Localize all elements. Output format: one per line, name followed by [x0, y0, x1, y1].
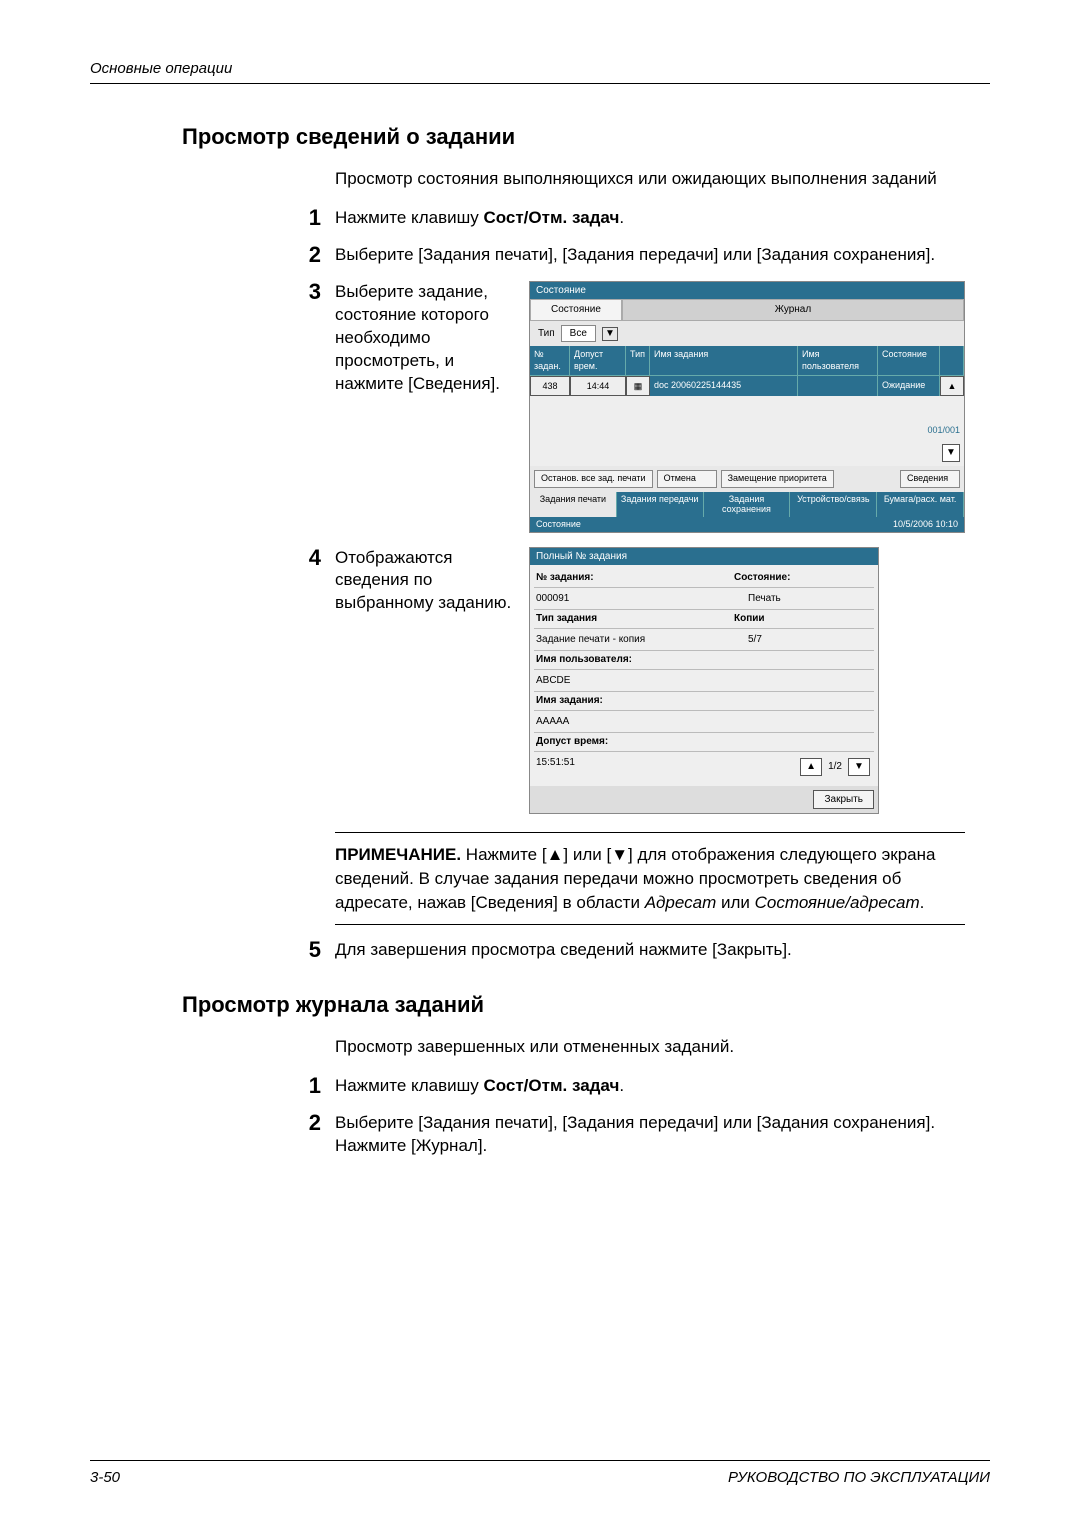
- s1-cancel-button[interactable]: Отмена: [657, 470, 717, 488]
- s2-time-value: 15:51:51: [534, 754, 734, 780]
- step-2-text: Выберите [Задания печати], [Задания пере…: [335, 244, 965, 267]
- s1-tab-log[interactable]: Журнал: [622, 299, 964, 321]
- s1-filter-type-label: Тип: [538, 327, 555, 341]
- section-title-1: Просмотр сведений о задании: [182, 124, 990, 150]
- s1-pause-button[interactable]: Останов. все зад. печати: [534, 470, 653, 488]
- s1-details-button[interactable]: Сведения: [900, 470, 960, 488]
- s2-name-label: Имя задания:: [534, 694, 734, 708]
- s2-jobno-label: № задания:: [534, 571, 734, 585]
- s2-state-label: Состояние:: [734, 571, 874, 585]
- footer-page-number: 3-50: [90, 1469, 120, 1486]
- step-num-2: 2: [90, 244, 335, 266]
- s1-col-jobno: № задан.: [530, 346, 570, 374]
- s2-state-value: Печать: [734, 590, 874, 608]
- sec2-step-num-2: 2: [90, 1112, 335, 1134]
- s2-user-value: ABCDE: [534, 672, 734, 690]
- s1-bottom-tab-store[interactable]: Задания сохранения: [704, 492, 791, 518]
- intro-2: Просмотр завершенных или отмененных зада…: [335, 1036, 965, 1059]
- s2-user-label: Имя пользователя:: [534, 653, 734, 667]
- s1-window-title: Состояние: [530, 282, 964, 300]
- s2-copies-label: Копии: [734, 612, 874, 626]
- s2-name-value: AAAAA: [534, 713, 734, 731]
- screenshot-2: Полный № задания № задания: Состояние: 0…: [529, 547, 879, 815]
- s1-filter-select[interactable]: Все: [561, 325, 596, 343]
- s1-foot-right: 10/5/2006 10:10: [893, 518, 958, 530]
- sec2-step-2-text: Выберите [Задания печати], [Задания пере…: [335, 1112, 965, 1158]
- s1-bottom-tab-device[interactable]: Устройство/связь: [790, 492, 877, 518]
- s2-pager: 1/2: [828, 760, 842, 774]
- step-num-1: 1: [90, 207, 335, 229]
- page-next-icon[interactable]: ▼: [848, 758, 870, 776]
- s1-bottom-tab-send[interactable]: Задания передачи: [617, 492, 704, 518]
- s1-counter: 001/001: [927, 424, 960, 436]
- close-button[interactable]: Закрыть: [813, 790, 874, 810]
- sec2-step-num-1: 1: [90, 1075, 335, 1097]
- step-3-text: Выберите задание, состояние которого нео…: [335, 281, 515, 396]
- s1-col-time: Допуст врем.: [570, 346, 626, 374]
- chevron-down-icon[interactable]: ▼: [602, 327, 618, 341]
- step-4-text: Отображаются сведения по выбранному зада…: [335, 547, 515, 616]
- s2-copies-value: 5/7: [734, 631, 874, 649]
- arrow-up-icon[interactable]: ▲: [940, 376, 964, 396]
- s1-col-type: Тип: [626, 346, 650, 374]
- print-icon: ▦: [626, 376, 650, 396]
- arrow-down-icon[interactable]: ▼: [942, 444, 960, 462]
- screenshot-1: Состояние Состояние Журнал Тип Все ▼ № з: [529, 281, 965, 533]
- s2-type-value: Задание печати - копия: [534, 631, 734, 649]
- s2-time-label: Допуст время:: [534, 735, 734, 749]
- s1-bottom-tab-print[interactable]: Задания печати: [530, 492, 617, 518]
- footer-manual-title: РУКОВОДСТВО ПО ЭКСПЛУАТАЦИИ: [728, 1469, 990, 1486]
- s2-title: Полный № задания: [530, 548, 878, 566]
- running-head: Основные операции: [90, 60, 990, 84]
- note-block: ПРИМЕЧАНИЕ. Нажмите [▲] или [▼] для отоб…: [335, 832, 965, 925]
- s1-priority-button[interactable]: Замещение приоритета: [721, 470, 834, 488]
- s1-col-user: Имя пользователя: [798, 346, 878, 374]
- section-title-2: Просмотр журнала заданий: [182, 992, 990, 1018]
- step-1-text: Нажмите клавишу Сост/Отм. задач.: [335, 207, 965, 230]
- sec2-step-1-text: Нажмите клавишу Сост/Отм. задач.: [335, 1075, 965, 1098]
- intro-1: Просмотр состояния выполняющихся или ожи…: [335, 168, 965, 191]
- s1-col-state: Состояние: [878, 346, 940, 374]
- s1-col-name: Имя задания: [650, 346, 798, 374]
- step-num-3: 3: [90, 281, 335, 303]
- s1-foot-left: Состояние: [536, 518, 581, 530]
- step-num-4: 4: [90, 547, 335, 569]
- s2-type-label: Тип задания: [534, 612, 734, 626]
- s1-tab-state[interactable]: Состояние: [530, 299, 622, 321]
- s1-bottom-tab-paper[interactable]: Бумага/расх. мат.: [877, 492, 964, 518]
- s2-jobno-value: 000091: [534, 590, 734, 608]
- step-num-5: 5: [90, 939, 335, 961]
- step-5-text: Для завершения просмотра сведений нажмит…: [335, 939, 965, 962]
- page-prev-icon[interactable]: ▲: [800, 758, 822, 776]
- s1-table-row[interactable]: 438 14:44 ▦ doc 20060225144435 Ожидание …: [530, 375, 964, 396]
